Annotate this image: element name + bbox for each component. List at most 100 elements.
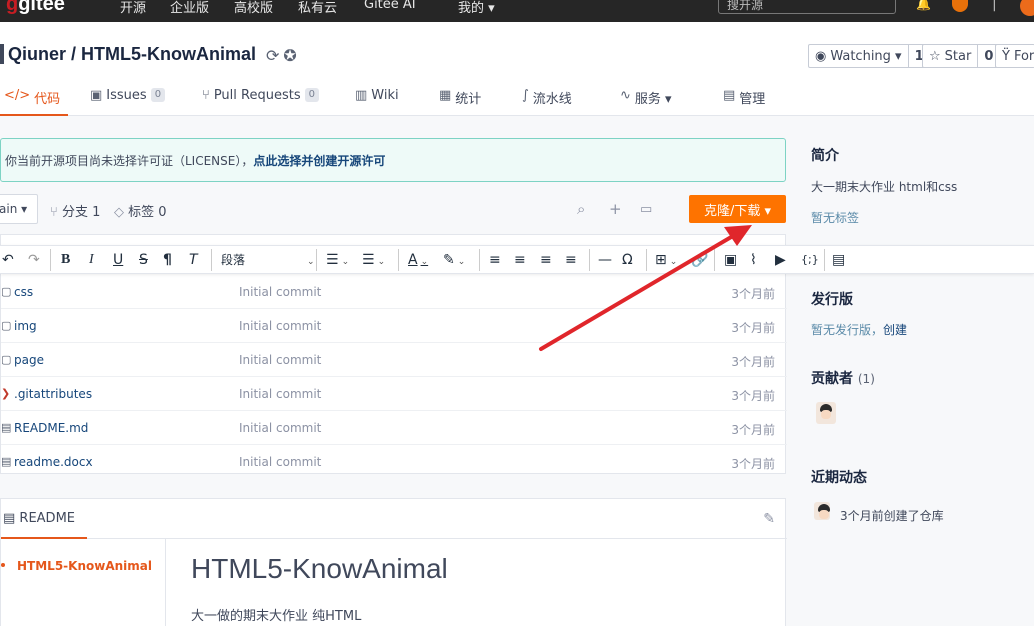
video-icon[interactable]: ▶ [775,251,786,269]
star-button[interactable]: ☆ Star 0 [922,44,1001,68]
align-center-icon[interactable]: ≡ [514,251,526,269]
file-row[interactable]: ▢ img Initial commit 3个月前 [1,309,787,343]
release-status: 暂无发行版，创建 [811,321,907,338]
readme-paragraph: 大一做的期末大作业 纯HTML [191,609,362,624]
align-left-icon[interactable]: ≡ [489,251,501,269]
italic-icon[interactable]: I [89,251,94,269]
commit-message[interactable]: Initial commit [239,421,321,435]
tab-pull-requests[interactable]: ⑂ Pull Requests 0 [202,84,319,116]
font-color-icon[interactable]: A ⌄ [408,251,428,271]
file-name[interactable]: .gitattributes [14,387,92,401]
tab-issues[interactable]: ▣ Issues 0 [90,84,166,116]
file-name[interactable]: readme.docx [14,455,93,469]
notification-dot-icon[interactable] [1020,0,1034,16]
nav-item-gitee-ai[interactable]: Gitee AI [364,0,416,12]
commit-time: 3个月前 [731,423,775,437]
file-row[interactable]: ❯ .gitattributes Initial commit 3个月前 [1,377,787,411]
nav-item-mine[interactable]: 我的 ▾ [458,0,495,16]
ordered-list-icon[interactable]: ☰ ⌄ [326,251,349,271]
toolbar-divider [646,249,647,271]
toolbar-divider [50,249,51,271]
align-justify-icon[interactable]: ≡ [565,251,577,269]
branch-select[interactable]: ain ▾ [0,194,38,224]
redo-icon[interactable]: ↷ [28,251,40,269]
file-row[interactable]: ▢ page Initial commit 3个月前 [1,343,787,377]
nav-item-education[interactable]: 高校版 [234,0,273,16]
tab-wiki[interactable]: ▥ Wiki [355,84,399,116]
repo-header: Qiuner / HTML5-KnowAnimal ⟳✪ ◉ Watching ▾… [0,22,1034,116]
sync-icon[interactable]: ⟳ [266,46,283,65]
add-file-icon[interactable]: + [609,200,622,218]
horizontal-rule-icon[interactable]: — [598,251,612,269]
nav-item-opensource[interactable]: 开源 [120,0,146,16]
format-painter-icon[interactable]: ¶ [163,251,172,269]
commit-time: 3个月前 [731,389,775,403]
watch-button[interactable]: ◉ Watching ▾ 1 [808,44,931,68]
activity-avatar[interactable] [814,502,830,520]
bell-icon[interactable]: 🔔 [916,0,931,11]
tab-manage[interactable]: ▤ 管理 [723,84,765,116]
tags-link[interactable]: ◇ 标签 0 [114,201,167,220]
file-name[interactable]: css [14,285,33,299]
file-name[interactable]: page [14,353,44,367]
commit-message[interactable]: Initial commit [239,285,321,299]
toc-bullet [1,563,5,567]
nav-item-enterprise[interactable]: 企业版 [170,0,209,16]
strikethrough-icon[interactable]: S [139,251,148,269]
contributors-count: (1) [857,372,875,386]
nav-item-private-cloud[interactable]: 私有云 [298,0,337,16]
pull-request-icon: ⑂ [202,88,210,103]
badge-icon[interactable]: ✪ [283,46,300,65]
toc-item[interactable]: HTML5-KnowAnimal [17,559,152,573]
commit-message[interactable]: Initial commit [239,455,321,469]
tab-stats[interactable]: ▦ 统计 [439,84,481,116]
special-char-icon[interactable]: Ω [622,251,633,269]
commit-message[interactable]: Initial commit [239,319,321,333]
create-license-link[interactable]: 点此选择并创建开源许可 [253,154,385,168]
paragraph-select[interactable]: 段落 ⌄ [221,251,315,271]
branch-icon: ⑂ [50,205,62,220]
file-row[interactable]: ▤ readme.docx Initial commit 3个月前 [1,445,787,479]
clone-download-button[interactable]: 克隆/下载 ▾ [689,195,786,223]
tab-pipeline[interactable]: ∫ 流水线 [522,84,572,116]
align-right-icon[interactable]: ≡ [540,251,552,269]
clear-format-icon[interactable]: T [189,251,198,269]
fork-button[interactable]: Ÿ For [995,44,1034,68]
create-release-link[interactable]: 创建 [883,323,907,337]
user-avatar[interactable] [952,0,968,12]
toolbar-divider [316,249,317,271]
edit-icon[interactable]: ✎ [763,511,775,527]
folder-icon: ▢ [1,353,12,366]
highlight-color-icon[interactable]: ✎ ⌄ [443,251,465,271]
bullet-list-icon[interactable]: ☰ ⌄ [362,251,385,271]
bold-icon[interactable]: B [61,251,70,269]
tab-service[interactable]: ∿ 服务 ▾ [620,84,672,116]
attachment-icon[interactable]: ⌇ [750,251,757,269]
repo-title[interactable]: Qiuner / HTML5-KnowAnimal [0,44,256,65]
file-row[interactable]: ▤ README.md Initial commit 3个月前 [1,411,787,445]
file-name[interactable]: README.md [14,421,88,435]
gitee-logo[interactable]: ggitee [6,0,65,16]
top-navbar: ggitee 开源 企业版 高校版 私有云 Gitee AI 我的 ▾ 搜开源 … [0,0,1034,22]
contributor-avatar[interactable] [816,402,836,424]
table-icon[interactable]: ⊞ ⌄ [655,251,677,271]
file-name[interactable]: img [14,319,37,333]
commit-message[interactable]: Initial commit [239,387,321,401]
link-icon[interactable]: 🔗 [691,251,708,269]
file-row[interactable]: ▢ css Initial commit 3个月前 [1,275,787,309]
tab-service-label: 服务 ▾ [634,92,672,107]
readme-heading: HTML5-KnowAnimal [191,553,448,584]
tab-code[interactable]: </> 代码 [4,84,60,116]
image-icon[interactable]: ▣ [724,251,737,269]
search-input[interactable]: 搜开源 [718,0,896,14]
commit-message[interactable]: Initial commit [239,353,321,367]
repo-title-text[interactable]: Qiuner / HTML5-KnowAnimal [8,44,256,64]
undo-icon[interactable]: ↶ [2,251,14,269]
search-icon[interactable]: ⌕ [577,200,585,218]
plus-icon[interactable]: | [992,0,997,12]
web-ide-icon[interactable]: ▭ [640,202,652,217]
tab-readme[interactable]: ▤ README [1,511,75,526]
toolbar-divider [211,249,212,271]
underline-icon[interactable]: U [113,251,123,269]
branches-link[interactable]: ⑂ 分支 1 [50,201,100,220]
